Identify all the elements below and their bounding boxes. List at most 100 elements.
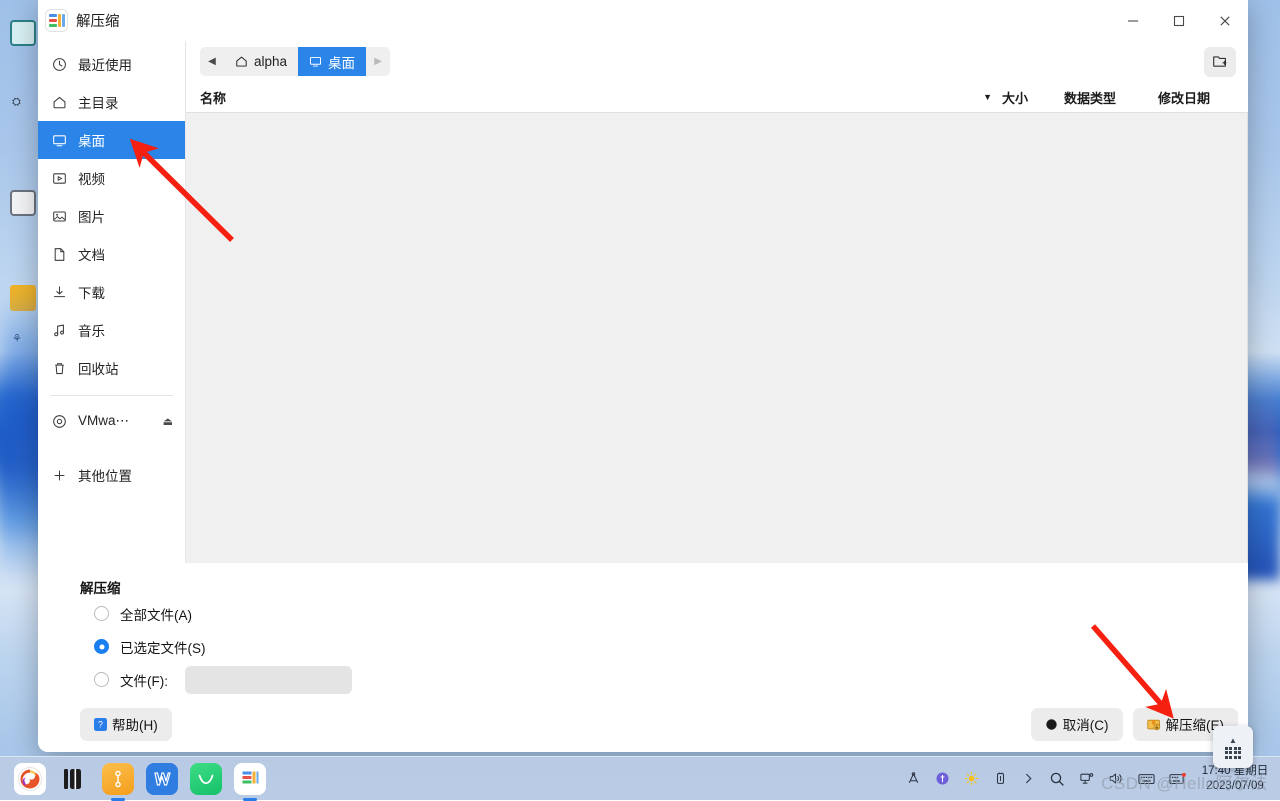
taskbar-app-wps[interactable] (146, 763, 178, 795)
shield-icon[interactable] (935, 771, 950, 786)
minimize-button[interactable] (1110, 0, 1156, 41)
dialog-footer: ? 帮助(H) 取消(C) 解压缩 (38, 696, 1248, 752)
desktop-icon-5[interactable]: ⚘ (12, 332, 22, 345)
disc-icon (51, 413, 67, 429)
taskbar-app-archiver[interactable] (234, 763, 266, 795)
sidebar-item-recent[interactable]: 最近使用 (38, 45, 185, 83)
desktop-icon (309, 55, 322, 68)
brightness-icon[interactable] (964, 771, 979, 786)
cancel-icon (1045, 718, 1058, 731)
taskbar-apps (0, 763, 266, 795)
sidebar-item-label: 最近使用 (78, 54, 132, 74)
sidebar-divider (50, 395, 173, 396)
extract-dialog: 解压缩 最近使用 (38, 0, 1248, 752)
taskbar: 17:40 星期日 2023/07/09 (0, 756, 1280, 800)
sidebar-item-label: 文档 (78, 244, 105, 264)
breadcrumb-back-button[interactable]: ◀ (200, 47, 224, 76)
display-icon[interactable] (1079, 771, 1094, 786)
column-header-size[interactable]: 大小 (1002, 88, 1064, 107)
sidebar-item-trash[interactable]: 回收站 (38, 349, 185, 387)
search-icon[interactable] (1049, 771, 1065, 787)
home-icon (235, 55, 248, 68)
help-button[interactable]: ? 帮助(H) (80, 708, 172, 741)
network-icon[interactable] (906, 771, 921, 786)
clock-date: 2023/07/09 (1200, 779, 1270, 793)
main-panel: ◀ alpha 桌面 ▶ (186, 41, 1248, 563)
window-title: 解压缩 (76, 10, 120, 31)
column-header-type[interactable]: 数据类型 (1064, 88, 1158, 107)
radio-option-selected-files[interactable]: 已选定文件(S) (38, 630, 1248, 663)
desktop-icon-3[interactable] (10, 190, 36, 216)
sidebar-item-documents[interactable]: 文档 (38, 235, 185, 273)
desktop-icon-1[interactable] (10, 20, 36, 46)
column-header-name[interactable]: 名称 (200, 88, 983, 107)
options-title: 解压缩 (38, 577, 1248, 597)
trash-icon (51, 360, 67, 376)
radio-indicator[interactable] (94, 606, 109, 621)
notification-icon[interactable] (1169, 772, 1186, 786)
sidebar-item-pictures[interactable]: 图片 (38, 197, 185, 235)
window-controls (1110, 0, 1248, 41)
desktop-icon-2[interactable]: ⛭ (12, 96, 21, 109)
file-list[interactable] (186, 113, 1248, 563)
column-headers: 名称 ▼ 大小 数据类型 修改日期 (186, 82, 1248, 113)
desktop-icon (51, 132, 67, 148)
image-icon (51, 208, 67, 224)
desktop-icon-4[interactable] (10, 285, 36, 311)
breadcrumb-item-desktop[interactable]: 桌面 (298, 47, 366, 76)
close-button[interactable] (1202, 0, 1248, 41)
files-pattern-input[interactable] (185, 666, 352, 694)
maximize-button[interactable] (1156, 0, 1202, 41)
radio-option-files[interactable]: 文件(F): (38, 663, 1248, 696)
new-folder-icon[interactable] (1204, 47, 1236, 77)
plus-icon (51, 467, 67, 483)
radio-indicator[interactable] (94, 639, 109, 654)
sidebar-item-desktop[interactable]: 桌面 (38, 121, 185, 159)
radio-indicator[interactable] (94, 672, 109, 687)
path-bar: ◀ alpha 桌面 ▶ (186, 41, 1248, 82)
breadcrumb-label: alpha (254, 54, 287, 69)
sidebar-item-downloads[interactable]: 下载 (38, 273, 185, 311)
sidebar-item-videos[interactable]: 视频 (38, 159, 185, 197)
eject-icon[interactable]: ⏏ (163, 415, 173, 428)
system-tray: 17:40 星期日 2023/07/09 (906, 764, 1280, 793)
home-icon (51, 94, 67, 110)
taskbar-app-files[interactable] (58, 763, 90, 795)
sidebar-item-label: 下载 (78, 282, 105, 302)
radio-label: 全部文件(A) (120, 604, 192, 624)
cancel-button[interactable]: 取消(C) (1031, 708, 1123, 741)
keyboard-icon[interactable] (1138, 772, 1155, 786)
clock[interactable]: 17:40 星期日 2023/07/09 (1200, 764, 1270, 793)
question-icon: ? (94, 718, 107, 731)
sidebar-item-label: 主目录 (78, 92, 119, 112)
radio-label: 已选定文件(S) (120, 637, 206, 657)
breadcrumb-forward-button[interactable]: ▶ (366, 47, 390, 76)
chevron-right-icon[interactable] (1022, 772, 1035, 785)
volume-icon[interactable] (1108, 771, 1124, 786)
extract-icon (1147, 718, 1161, 731)
taskbar-app-tool[interactable] (102, 763, 134, 795)
taskbar-app-firefox[interactable] (14, 763, 46, 795)
radio-option-all-files[interactable]: 全部文件(A) (38, 597, 1248, 630)
sidebar-item-device[interactable]: VMwa⋯ ⏏ (38, 402, 185, 440)
sort-descending-icon[interactable]: ▼ (983, 92, 992, 102)
breadcrumb: ◀ alpha 桌面 ▶ (200, 47, 390, 76)
archive-icon (46, 10, 67, 31)
sidebar-item-music[interactable]: 音乐 (38, 311, 185, 349)
battery-icon[interactable] (993, 771, 1008, 786)
breadcrumb-item-alpha[interactable]: alpha (224, 47, 298, 76)
music-icon (51, 322, 67, 338)
keyboard-icon (1225, 747, 1242, 759)
breadcrumb-label: 桌面 (328, 52, 355, 72)
svg-text:?: ? (98, 719, 103, 729)
virtual-keyboard-widget[interactable]: ▲ (1213, 726, 1253, 768)
download-icon (51, 284, 67, 300)
sidebar: 最近使用 主目录 桌面 视频 (38, 41, 186, 563)
sidebar-item-home[interactable]: 主目录 (38, 83, 185, 121)
sidebar-item-label: 音乐 (78, 320, 105, 340)
taskbar-app-mail[interactable] (190, 763, 222, 795)
column-header-modified[interactable]: 修改日期 (1158, 88, 1248, 107)
sidebar-item-other-locations[interactable]: 其他位置 (38, 456, 185, 494)
sidebar-item-label: 视频 (78, 168, 105, 188)
sidebar-item-label: 图片 (78, 206, 105, 226)
